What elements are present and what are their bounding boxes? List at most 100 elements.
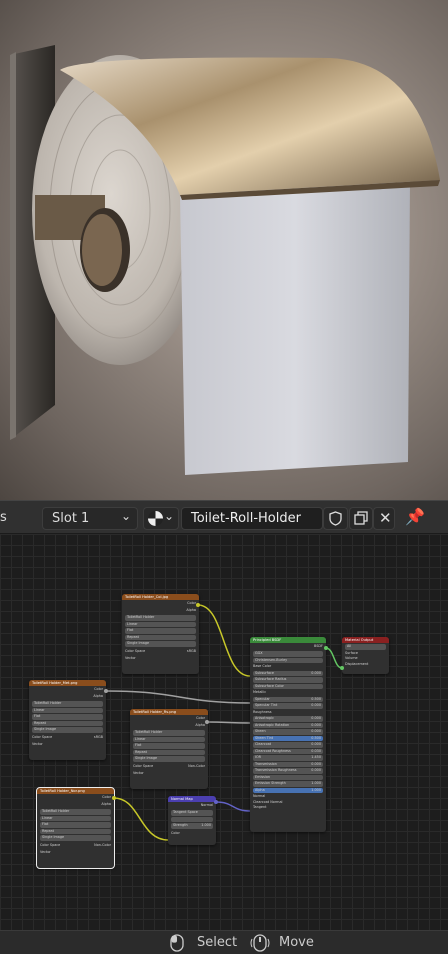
chevron-down-icon: ⌄ xyxy=(163,509,174,523)
material-name-field[interactable]: Toilet-Roll-Holder xyxy=(181,507,323,530)
interpolation[interactable]: Linear xyxy=(125,621,196,627)
bsdf-input-value: 1.450 xyxy=(311,755,321,759)
link-normal xyxy=(215,801,251,812)
chevron-down-icon: ⌄ xyxy=(120,509,131,523)
interpolation[interactable]: Linear xyxy=(133,736,205,742)
image-texture-node-normal[interactable]: ToiletRoll Holder_Nor.png Color Alpha To… xyxy=(36,787,115,869)
link-roughness xyxy=(206,721,251,724)
bsdf-input-value: 0.000 xyxy=(311,761,321,766)
strength-value: 1.000 xyxy=(201,823,211,827)
target-dropdown[interactable]: All xyxy=(345,644,386,650)
projection[interactable]: Flat xyxy=(125,628,196,634)
subsurface-method-dropdown[interactable]: Christensen-Burley xyxy=(253,657,323,663)
image-texture-node-color[interactable]: ToiletRoll Holder_Col.jpg Color Alpha To… xyxy=(122,594,199,674)
bsdf-input[interactable]: Transmission Roughness 0.000 xyxy=(253,768,323,774)
projection[interactable]: Flat xyxy=(133,743,205,749)
bsdf-input-label: IOR xyxy=(255,755,262,759)
socket-out-bsdf[interactable] xyxy=(324,646,328,650)
slot-dropdown[interactable]: Slot 1 ⌄ xyxy=(42,507,138,530)
node-editor-canvas[interactable]: ToiletRoll Holder_Col.jpg Color Alpha To… xyxy=(0,534,448,930)
color-space-value[interactable]: Non-Color xyxy=(188,763,205,770)
unlink-material-button[interactable]: ✕ xyxy=(373,507,395,530)
uv-map-field[interactable] xyxy=(171,816,213,822)
bsdf-input-label: Specular Tint xyxy=(255,703,278,707)
pin-icon[interactable]: 📌 xyxy=(405,507,425,526)
node-title: Material Output xyxy=(342,637,389,643)
bsdf-input[interactable]: Anisotropic Rotation 0.000 xyxy=(253,722,323,728)
bsdf-input-label: Sheen xyxy=(255,729,266,733)
image-texture-node-metallic[interactable]: ToiletRoll Holder_Met.png Color Alpha To… xyxy=(29,680,106,760)
socket-out-color[interactable] xyxy=(205,720,209,724)
image-field[interactable]: ToiletRoll Holder xyxy=(32,701,103,707)
image-field[interactable]: ToiletRoll Holder xyxy=(125,615,196,621)
extension[interactable]: Repeat xyxy=(32,720,103,726)
normal-map-node[interactable]: Normal Map Normal Tangent Space Strength… xyxy=(168,796,216,845)
slot-label: Slot 1 xyxy=(52,511,90,526)
bsdf-input[interactable]: Specular Tint 0.000 xyxy=(253,703,323,709)
principled-bsdf-node[interactable]: Principled BSDF BSDF GGX Christensen-Bur… xyxy=(250,637,326,832)
strength-field[interactable]: Strength 1.000 xyxy=(171,823,213,829)
bsdf-input[interactable]: IOR 1.450 xyxy=(253,755,323,761)
bsdf-input[interactable]: Clearcoat 0.000 xyxy=(253,742,323,748)
socket-in-surface[interactable] xyxy=(340,666,344,670)
source[interactable]: Single Image xyxy=(40,835,111,841)
duplicate-material-button[interactable] xyxy=(349,507,373,530)
bsdf-input[interactable]: Transmission 0.000 xyxy=(253,761,323,767)
socket-out-color[interactable] xyxy=(112,796,116,800)
extension[interactable]: Repeat xyxy=(133,749,205,755)
color-space-value[interactable]: Non-Color xyxy=(94,842,111,849)
bsdf-input[interactable]: Alpha 1.000 xyxy=(253,787,323,793)
bsdf-input[interactable]: Subsurface Color xyxy=(253,683,323,689)
output-alpha: Alpha xyxy=(186,608,196,612)
bsdf-input-label: Roughness xyxy=(253,709,272,714)
node-editor-header: s Slot 1 ⌄ ⌄ Toilet-Roll-Holder ✕ 📌 xyxy=(0,500,448,534)
interpolation[interactable]: Linear xyxy=(32,707,103,713)
output-color: Color xyxy=(102,795,111,799)
distribution-dropdown[interactable]: GGX xyxy=(253,651,323,657)
bsdf-input-value: 0.000 xyxy=(311,670,321,675)
bsdf-input[interactable]: Subsurface Radius xyxy=(253,677,323,683)
projection[interactable]: Flat xyxy=(40,822,111,828)
bsdf-input[interactable]: Emission xyxy=(253,774,323,780)
color-space-value[interactable]: sRGB xyxy=(187,648,196,655)
image-texture-node-roughness[interactable]: ToiletRoll Holder_Rs.png Color Alpha Toi… xyxy=(130,709,208,789)
status-select: Select xyxy=(197,935,238,950)
material-output-node[interactable]: Material Output All Surface Volume Displ… xyxy=(342,637,389,674)
fake-user-button[interactable] xyxy=(323,507,348,530)
socket-out-color[interactable] xyxy=(196,603,200,607)
status-bar: Select Move xyxy=(0,930,448,954)
source[interactable]: Single Image xyxy=(32,727,103,733)
bsdf-input[interactable]: Subsurface 0.000 xyxy=(253,670,323,676)
bsdf-input-value: 0.000 xyxy=(311,742,321,746)
input-vector: Vector xyxy=(32,741,43,746)
material-browse-button[interactable]: ⌄ xyxy=(143,507,179,530)
socket-out-color[interactable] xyxy=(104,689,108,693)
bsdf-input-value: 0.030 xyxy=(311,748,321,753)
bsdf-input[interactable]: Clearcoat Roughness 0.030 xyxy=(253,748,323,754)
bsdf-input: Roughness xyxy=(250,710,326,716)
socket-out-normal[interactable] xyxy=(214,800,218,804)
source[interactable]: Single Image xyxy=(133,756,205,762)
projection[interactable]: Flat xyxy=(32,714,103,720)
color-space-value[interactable]: sRGB xyxy=(94,734,103,741)
interpolation[interactable]: Linear xyxy=(40,815,111,821)
extension[interactable]: Repeat xyxy=(125,634,196,640)
bsdf-input-value: 1.000 xyxy=(311,781,321,785)
link-surface xyxy=(325,647,343,669)
input-vector: Vector xyxy=(133,770,144,775)
duplicate-icon xyxy=(354,511,368,525)
bsdf-input[interactable]: Anisotropic 0.000 xyxy=(253,716,323,722)
status-move: Move xyxy=(279,935,314,950)
bsdf-input[interactable]: Sheen 0.000 xyxy=(253,729,323,735)
image-field[interactable]: ToiletRoll Holder xyxy=(133,730,205,736)
bsdf-input[interactable]: Specular 0.500 xyxy=(253,696,323,702)
bsdf-input[interactable]: Emission Strength 1.000 xyxy=(253,781,323,787)
output-color: Color xyxy=(187,601,196,605)
header-left-label: s xyxy=(0,510,7,525)
extension[interactable]: Repeat xyxy=(40,828,111,834)
bsdf-input[interactable]: Sheen Tint 0.500 xyxy=(253,735,323,741)
image-field[interactable]: ToiletRoll Holder xyxy=(40,809,111,815)
3d-viewport[interactable] xyxy=(0,0,448,500)
space-dropdown[interactable]: Tangent Space xyxy=(171,810,213,816)
source[interactable]: Single Image xyxy=(125,641,196,647)
